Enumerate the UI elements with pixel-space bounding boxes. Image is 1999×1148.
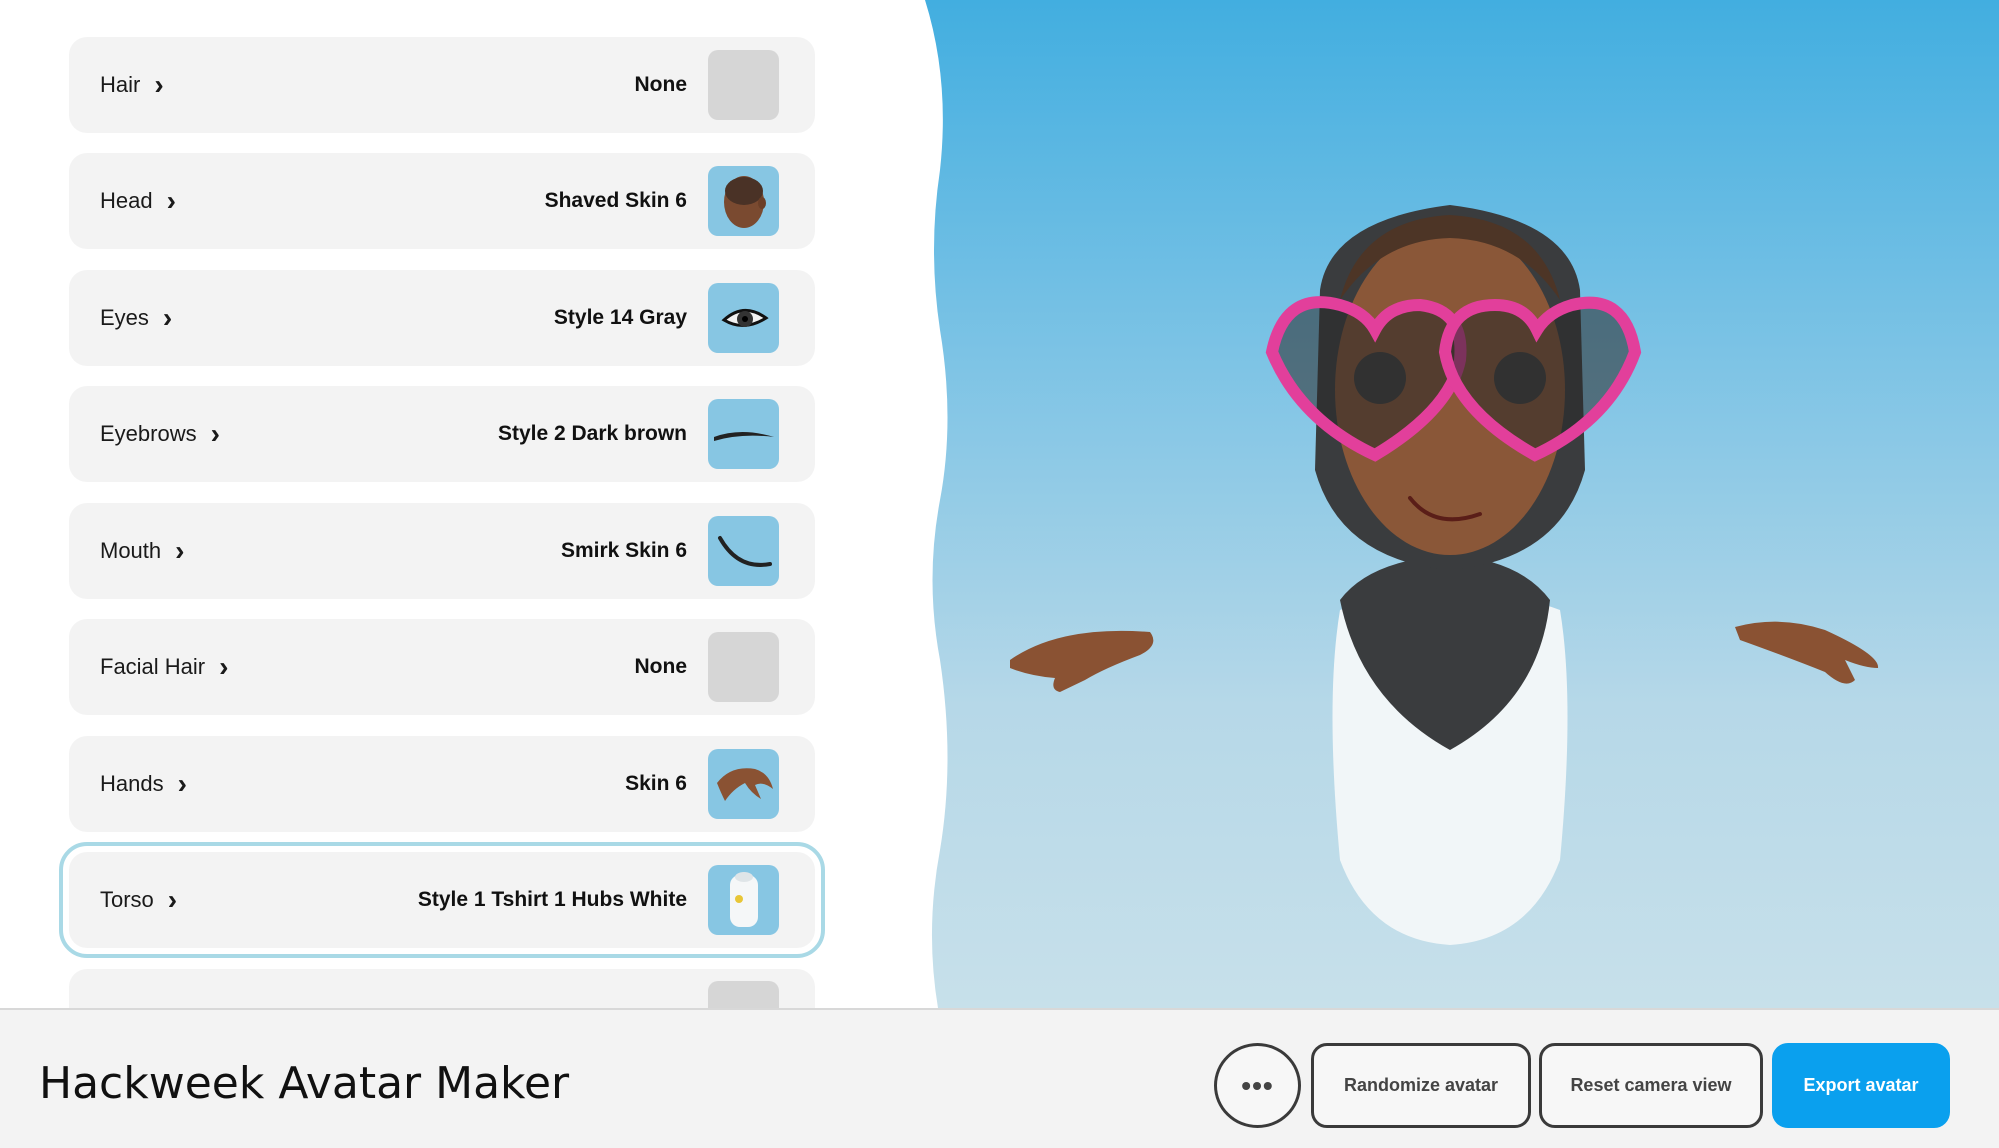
row-eyebrows-category: Eyebrows › [100, 420, 220, 448]
head-thumbnail [708, 166, 779, 236]
row-mouth-value: Smirk Skin 6 [560, 539, 687, 562]
row-hair[interactable]: Hair › None [69, 37, 815, 133]
row-hands[interactable]: Hands › Skin 6 [69, 736, 815, 832]
row-facial-hair-value: None [634, 655, 688, 678]
row-hair-category: Hair › [100, 71, 164, 99]
row-next-partial[interactable] [69, 969, 815, 1008]
row-hair-value: None [634, 73, 688, 96]
randomize-avatar-button[interactable]: Randomize avatar [1311, 1043, 1531, 1128]
row-torso-label: Torso [100, 887, 154, 912]
eyebrow-thumbnail [708, 399, 779, 469]
row-facial-hair[interactable]: Facial Hair › None [69, 619, 815, 715]
row-eyes[interactable]: Eyes › Style 14 Gray [69, 270, 815, 366]
reset-camera-button[interactable]: Reset camera view [1539, 1043, 1763, 1128]
next-thumbnail [708, 981, 779, 1008]
hand-thumbnail [708, 749, 779, 819]
chevron-right-icon: › [177, 768, 187, 799]
mouth-thumbnail [708, 516, 779, 586]
eye-thumbnail [708, 283, 779, 353]
row-head-category: Head › [100, 187, 176, 215]
tshirt-thumbnail [708, 865, 779, 935]
avatar-render [1010, 205, 1879, 945]
chevron-right-icon: › [219, 651, 229, 682]
row-hands-category: Hands › [100, 770, 187, 798]
row-head-label: Head [100, 188, 153, 213]
row-facial-hair-category: Facial Hair › [100, 653, 228, 681]
row-hair-label: Hair [100, 72, 141, 97]
row-eyes-label: Eyes [100, 305, 149, 330]
row-hands-value: Skin 6 [625, 772, 687, 795]
chevron-right-icon: › [210, 418, 220, 449]
row-mouth-label: Mouth [100, 538, 162, 563]
chevron-right-icon: › [154, 69, 164, 100]
more-options-button[interactable]: ••• [1214, 1043, 1301, 1128]
row-hands-label: Hands [100, 771, 164, 796]
panel-wave-edge [900, 0, 948, 1008]
more-icon: ••• [1241, 1069, 1274, 1101]
app-title: Hackweek Avatar Maker [39, 1058, 570, 1109]
row-facial-hair-label: Facial Hair [100, 654, 206, 679]
row-eyes-category: Eyes › [100, 304, 172, 332]
chevron-right-icon: › [162, 302, 173, 333]
footer-bar: Hackweek Avatar Maker ••• Randomize avat… [0, 1008, 1999, 1148]
hair-thumbnail [708, 50, 779, 120]
export-avatar-button[interactable]: Export avatar [1772, 1043, 1950, 1128]
row-head[interactable]: Head › Shaved Skin 6 [69, 153, 815, 249]
row-mouth-category: Mouth › [100, 537, 184, 565]
row-eyebrows-value: Style 2 Dark brown [497, 422, 687, 445]
row-torso-value: Style 1 Tshirt 1 Hubs White [417, 888, 687, 911]
row-eyes-value: Style 14 Gray [553, 306, 687, 329]
chevron-right-icon: › [166, 185, 176, 216]
row-torso[interactable]: Torso › Style 1 Tshirt 1 Hubs White [59, 842, 825, 958]
customization-panel: Hair › None Head › Shaved Skin 6 Eyes › … [0, 0, 940, 1008]
row-eyebrows-label: Eyebrows [100, 421, 197, 446]
chevron-right-icon: › [167, 884, 178, 915]
row-torso-category: Torso › [100, 886, 177, 914]
avatar-viewport[interactable] [920, 0, 1999, 1008]
row-mouth[interactable]: Mouth › Smirk Skin 6 [69, 503, 815, 599]
row-eyebrows[interactable]: Eyebrows › Style 2 Dark brown [69, 386, 815, 482]
facial-hair-thumbnail [708, 632, 779, 702]
row-head-value: Shaved Skin 6 [544, 189, 687, 212]
chevron-right-icon: › [175, 535, 185, 566]
